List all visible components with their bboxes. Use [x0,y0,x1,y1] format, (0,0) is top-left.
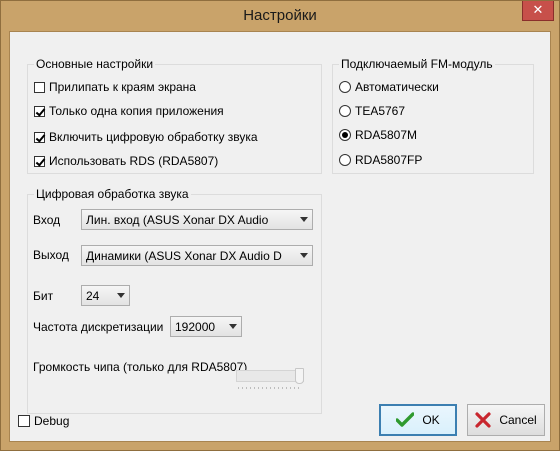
output-device-select[interactable]: Динамики (ASUS Xonar DX Audio D [81,245,313,266]
fm-module-group: Подключаемый FM-модуль Автоматически TEA… [332,57,534,174]
checkbox-box[interactable] [34,105,45,117]
sample-rate-value: 192000 [175,320,216,334]
output-label: Выход [33,248,69,262]
radio-button[interactable] [339,105,351,117]
title-bar[interactable]: Настройки ✕ [1,1,559,31]
fm-module-title: Подключаемый FM-модуль [339,57,495,71]
dsp-title: Цифровая обработка звука [34,187,191,201]
cancel-label: Cancel [499,413,537,427]
bits-select[interactable]: 24 [81,285,130,306]
radio-label: RDA5807FP [355,153,423,167]
general-settings-title: Основные настройки [34,57,156,71]
close-icon: ✕ [532,2,544,17]
slider-track[interactable] [236,370,304,382]
checkbox-digital-processing[interactable]: Включить цифровую обработку звука [34,129,258,145]
checkmark-icon [396,412,415,427]
radio-rda5807m[interactable]: RDA5807M [339,127,417,143]
radio-auto[interactable]: Автоматически [339,79,439,95]
checkbox-box[interactable] [34,131,45,143]
radio-label: Автоматически [355,80,439,94]
input-label: Вход [33,213,61,227]
bits-label: Бит [33,289,54,303]
general-settings-group: Основные настройки Прилипать к краям экр… [27,57,322,174]
checkbox-box[interactable] [18,415,30,427]
checkbox-debug[interactable]: Debug [18,413,69,429]
chevron-down-icon [300,253,308,258]
output-device-value: Динамики (ASUS Xonar DX Audio D [86,249,282,263]
chip-volume-label: Громкость чипа (только для RDA5807) [33,360,248,374]
cancel-x-icon [475,412,491,428]
sample-rate-label: Частота дискретизации [33,320,164,334]
input-device-select[interactable]: Лин. вход (ASUS Xonar DX Audio [81,209,313,230]
radio-tea5767[interactable]: TEA5767 [339,103,405,119]
radio-button[interactable] [339,81,351,93]
dialog-body: Основные настройки Прилипать к краям экр… [9,31,551,442]
checkbox-label: Прилипать к краям экрана [49,80,196,94]
radio-button[interactable] [339,129,351,141]
radio-button[interactable] [339,154,351,166]
settings-window: Настройки ✕ Основные настройки Прилипать… [0,0,560,451]
chevron-down-icon [229,324,237,329]
dsp-group: Цифровая обработка звука Вход Лин. вход … [27,187,322,414]
checkbox-single-instance[interactable]: Только одна копия приложения [34,103,224,119]
slider-thumb[interactable] [295,368,304,384]
slider-ticks [238,387,302,389]
sample-rate-select[interactable]: 192000 [170,316,242,337]
ok-button[interactable]: OK [379,404,457,436]
chevron-down-icon [300,217,308,222]
checkbox-use-rds[interactable]: Использовать RDS (RDA5807) [34,153,218,169]
checkbox-label: Только одна копия приложения [49,104,224,118]
checkbox-box[interactable] [34,81,45,93]
chevron-down-icon [117,293,125,298]
ok-label: OK [422,413,440,427]
checkbox-label: Включить цифровую обработку звука [49,130,258,144]
close-button[interactable]: ✕ [522,1,554,21]
radio-label: RDA5807M [355,128,418,142]
checkbox-label: Использовать RDS (RDA5807) [49,154,219,168]
chip-volume-slider[interactable] [236,368,304,394]
bits-value: 24 [86,289,100,303]
radio-rda5807fp[interactable]: RDA5807FP [339,152,422,168]
radio-label: TEA5767 [355,104,406,118]
window-title: Настройки [243,7,317,24]
checkbox-box[interactable] [34,155,45,167]
cancel-button[interactable]: Cancel [467,404,545,436]
input-device-value: Лин. вход (ASUS Xonar DX Audio [86,213,269,227]
checkbox-label: Debug [34,414,70,428]
checkbox-snap-edges[interactable]: Прилипать к краям экрана [34,79,196,95]
